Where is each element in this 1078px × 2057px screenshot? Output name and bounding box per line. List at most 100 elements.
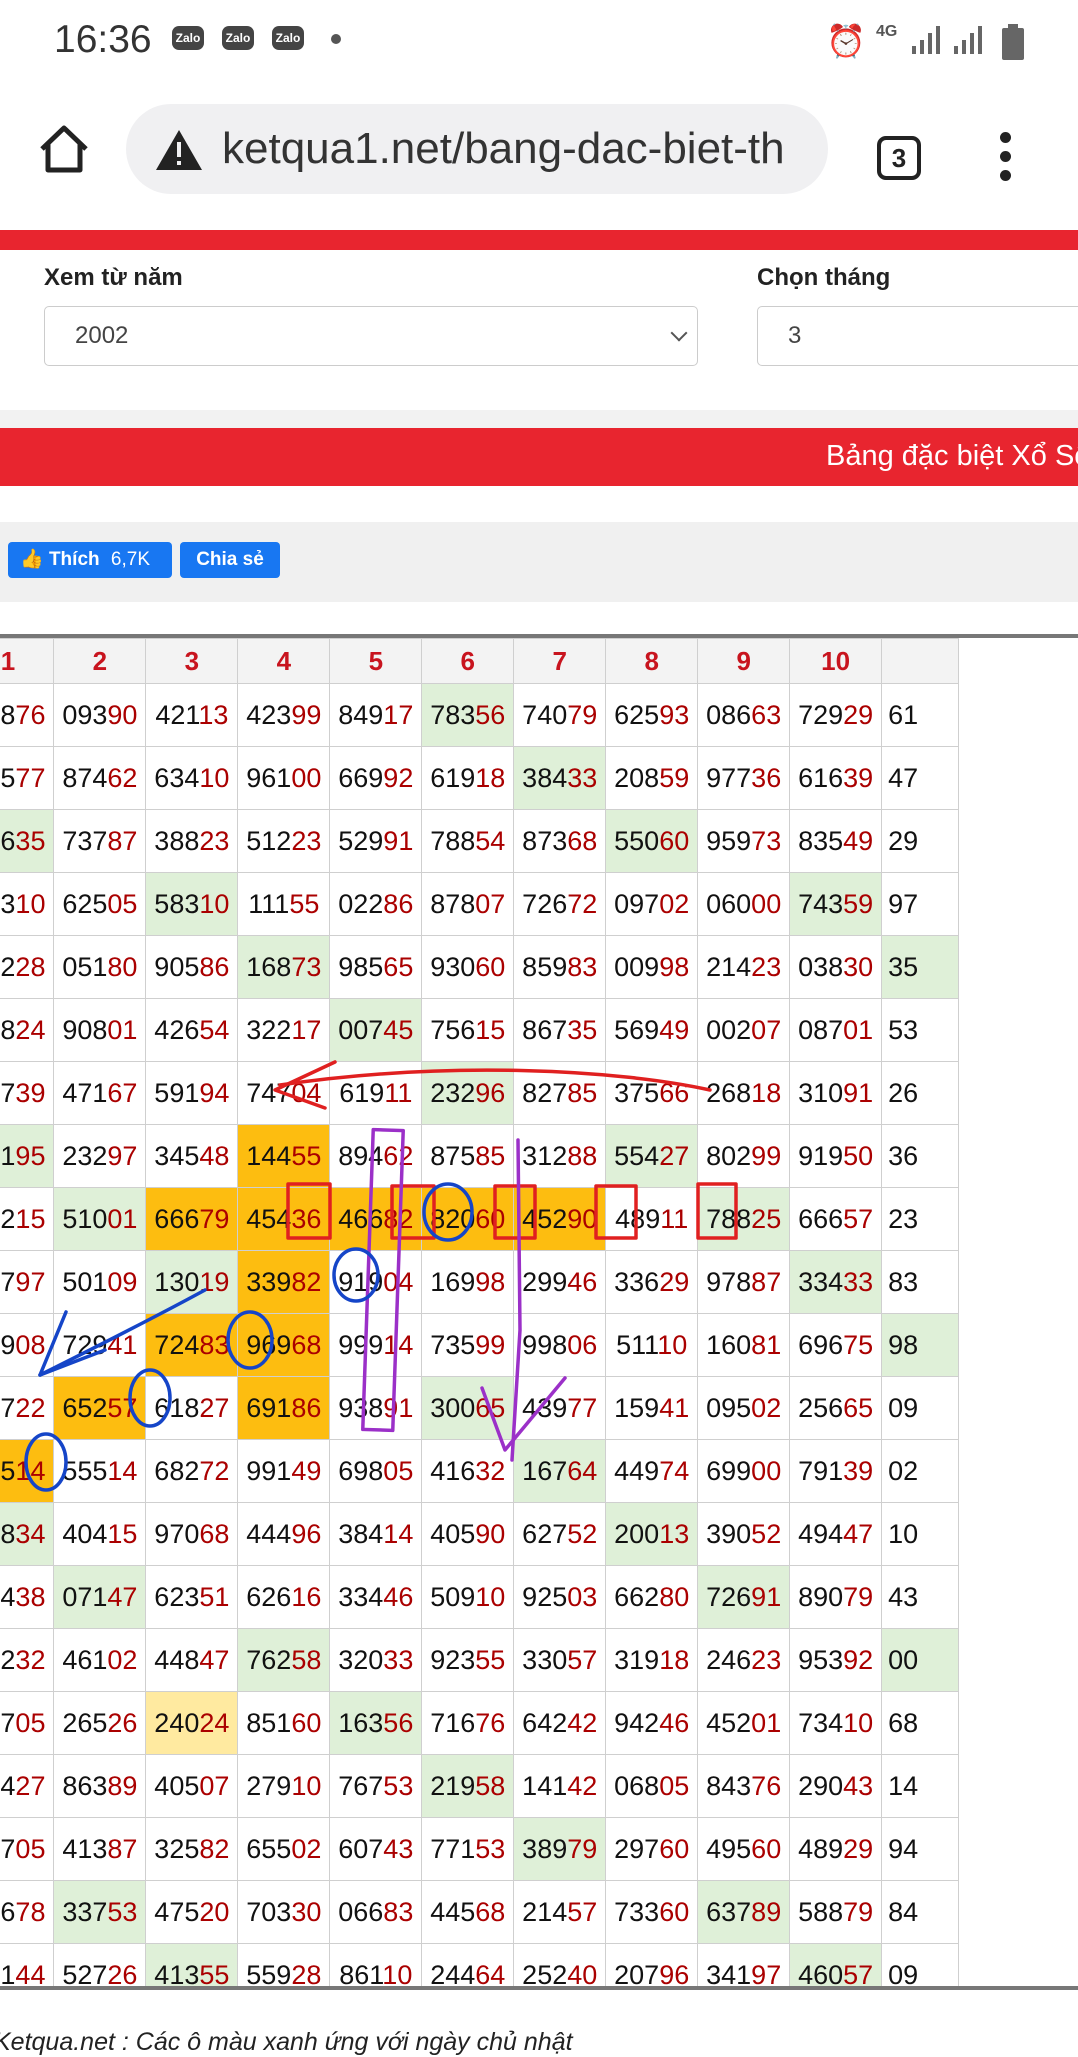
cell-prefix: 29 — [888, 825, 919, 856]
cell-prefix: 022 — [338, 888, 384, 919]
result-cell: 16764 — [513, 1439, 607, 1503]
column-header: 1 — [0, 638, 55, 684]
result-cell: 00998 — [605, 935, 699, 999]
result-cell: 87807 — [421, 872, 515, 936]
cell-prefix: 007 — [338, 1014, 384, 1045]
result-cell: 77153 — [421, 1817, 515, 1881]
cell-prefix: 938 — [338, 1392, 384, 1423]
result-cell: 25240 — [513, 1943, 607, 1986]
cell-prefix: 002 — [706, 1014, 752, 1045]
result-cell: 61918 — [421, 746, 515, 810]
cell-prefix: 256 — [798, 1392, 844, 1423]
cell-prefix: 555 — [62, 1455, 108, 1486]
more-menu-icon[interactable] — [1000, 132, 1012, 182]
result-cell: 91577 — [0, 746, 55, 810]
cell-prefix: 97 — [888, 888, 919, 919]
cell-last-two-digits: 68 — [291, 1329, 322, 1360]
cell-last-two-digits: 79 — [567, 699, 598, 730]
cell-prefix: 299 — [522, 1266, 568, 1297]
result-cell: 78854 — [421, 809, 515, 873]
result-cell: 68 — [881, 1691, 959, 1755]
cell-prefix: 454 — [246, 1203, 292, 1234]
result-cell: 32582 — [145, 1817, 239, 1881]
banner-title: Bảng đặc biệt Xổ Số — [826, 440, 1078, 472]
cell-prefix: 998 — [522, 1329, 568, 1360]
result-cell: 60743 — [329, 1817, 423, 1881]
cell-prefix: 859 — [522, 951, 568, 982]
cell-prefix: 297 — [614, 1833, 660, 1864]
cell-last-two-digits: 01 — [751, 1707, 782, 1738]
cell-prefix: 130 — [154, 1266, 200, 1297]
cell-prefix: 925 — [522, 1581, 568, 1612]
cell-prefix: 086 — [706, 699, 752, 730]
cell-prefix: 36 — [888, 1140, 919, 1171]
cell-last-two-digits: 09 — [107, 1266, 138, 1297]
result-cell: 94246 — [605, 1691, 699, 1755]
result-cell: 65502 — [237, 1817, 331, 1881]
cell-last-two-digits: 13 — [198, 699, 229, 730]
cell-prefix: 310 — [798, 1077, 844, 1108]
cell-prefix: 319 — [614, 1644, 660, 1675]
cell-last-two-digits: 42 — [567, 1707, 598, 1738]
facebook-like-button[interactable]: 👍 Thích 6,7K — [8, 542, 172, 578]
address-bar[interactable]: ketqua1.net/bang-dac-biet-th — [126, 104, 828, 194]
cell-last-two-digits: 16 — [291, 1581, 322, 1612]
tab-switcher-button[interactable]: 3 — [877, 136, 921, 180]
cell-last-two-digits: 14 — [383, 1518, 414, 1549]
result-cell: 30065 — [421, 1376, 515, 1440]
year-select[interactable]: 2002 — [44, 306, 698, 366]
result-cell: 45201 — [697, 1691, 791, 1755]
warning-icon[interactable] — [154, 128, 204, 172]
cell-prefix: 046 — [0, 825, 16, 856]
cell-prefix: 038 — [798, 951, 844, 982]
result-cell: 97887 — [697, 1250, 791, 1314]
result-cell: 46102 — [53, 1628, 147, 1692]
cell-last-two-digits: 10 — [843, 1707, 874, 1738]
cell-last-two-digits: 10 — [199, 762, 230, 793]
month-select[interactable]: 3 — [757, 306, 1078, 366]
result-cell: 62752 — [513, 1502, 607, 1566]
cell-last-two-digits: 29 — [659, 1266, 690, 1297]
result-cell: 33753 — [53, 1880, 147, 1944]
cell-last-two-digits: 66 — [659, 1077, 690, 1108]
result-cell: 91950 — [789, 1124, 883, 1188]
cell-last-two-digits: 79 — [843, 1896, 874, 1927]
column-header: 6 — [421, 638, 515, 684]
cell-prefix: 009 — [614, 951, 660, 982]
cell-prefix: 169 — [430, 1266, 476, 1297]
cell-prefix: 666 — [154, 1203, 200, 1234]
cell-prefix: 127 — [0, 1707, 16, 1738]
cell-last-two-digits: 04 — [291, 1077, 322, 1108]
table-row: 7172324610244847762583203392355330573191… — [0, 1628, 959, 1692]
cell-last-two-digits: 96 — [659, 1959, 690, 1990]
cell-last-two-digits: 76 — [751, 1770, 782, 1801]
result-cell: 51215 — [0, 1187, 55, 1251]
home-icon[interactable] — [38, 123, 90, 175]
result-cell: 23296 — [421, 1061, 515, 1125]
cell-last-two-digits: 60 — [475, 1203, 506, 1234]
cell-prefix: 111 — [248, 888, 290, 919]
result-cell: 69675 — [789, 1313, 883, 1377]
url-text[interactable]: ketqua1.net/bang-dac-biet-th — [222, 122, 785, 176]
cell-prefix: 754 — [0, 1770, 16, 1801]
cell-prefix: 489 — [615, 1203, 661, 1234]
table-row: 6127052652624024851601635671676642429424… — [0, 1691, 959, 1755]
clock: 16:36 — [54, 18, 152, 61]
result-cell: 49447 — [789, 1502, 883, 1566]
cell-last-two-digits: 47 — [843, 1518, 874, 1549]
result-cell: 62351 — [145, 1565, 239, 1629]
cell-prefix: 625 — [614, 699, 660, 730]
cell-prefix: 766 — [0, 1896, 16, 1927]
cell-last-two-digits: 48 — [199, 1140, 230, 1171]
result-cell: 90586 — [145, 935, 239, 999]
result-cell: 73410 — [789, 1691, 883, 1755]
facebook-share-button[interactable]: Chia sẻ — [180, 542, 280, 578]
table-row: 5754278638940507279107675321958141420680… — [0, 1754, 959, 1818]
result-cell: 64242 — [513, 1691, 607, 1755]
result-cell: 32217 — [237, 998, 331, 1062]
cell-prefix: 788 — [430, 825, 476, 856]
result-cell: 72672 — [513, 872, 607, 936]
result-cell: 09 — [881, 1376, 959, 1440]
cell-last-two-digits: 91 — [843, 1077, 874, 1108]
signal-icon — [954, 26, 982, 54]
